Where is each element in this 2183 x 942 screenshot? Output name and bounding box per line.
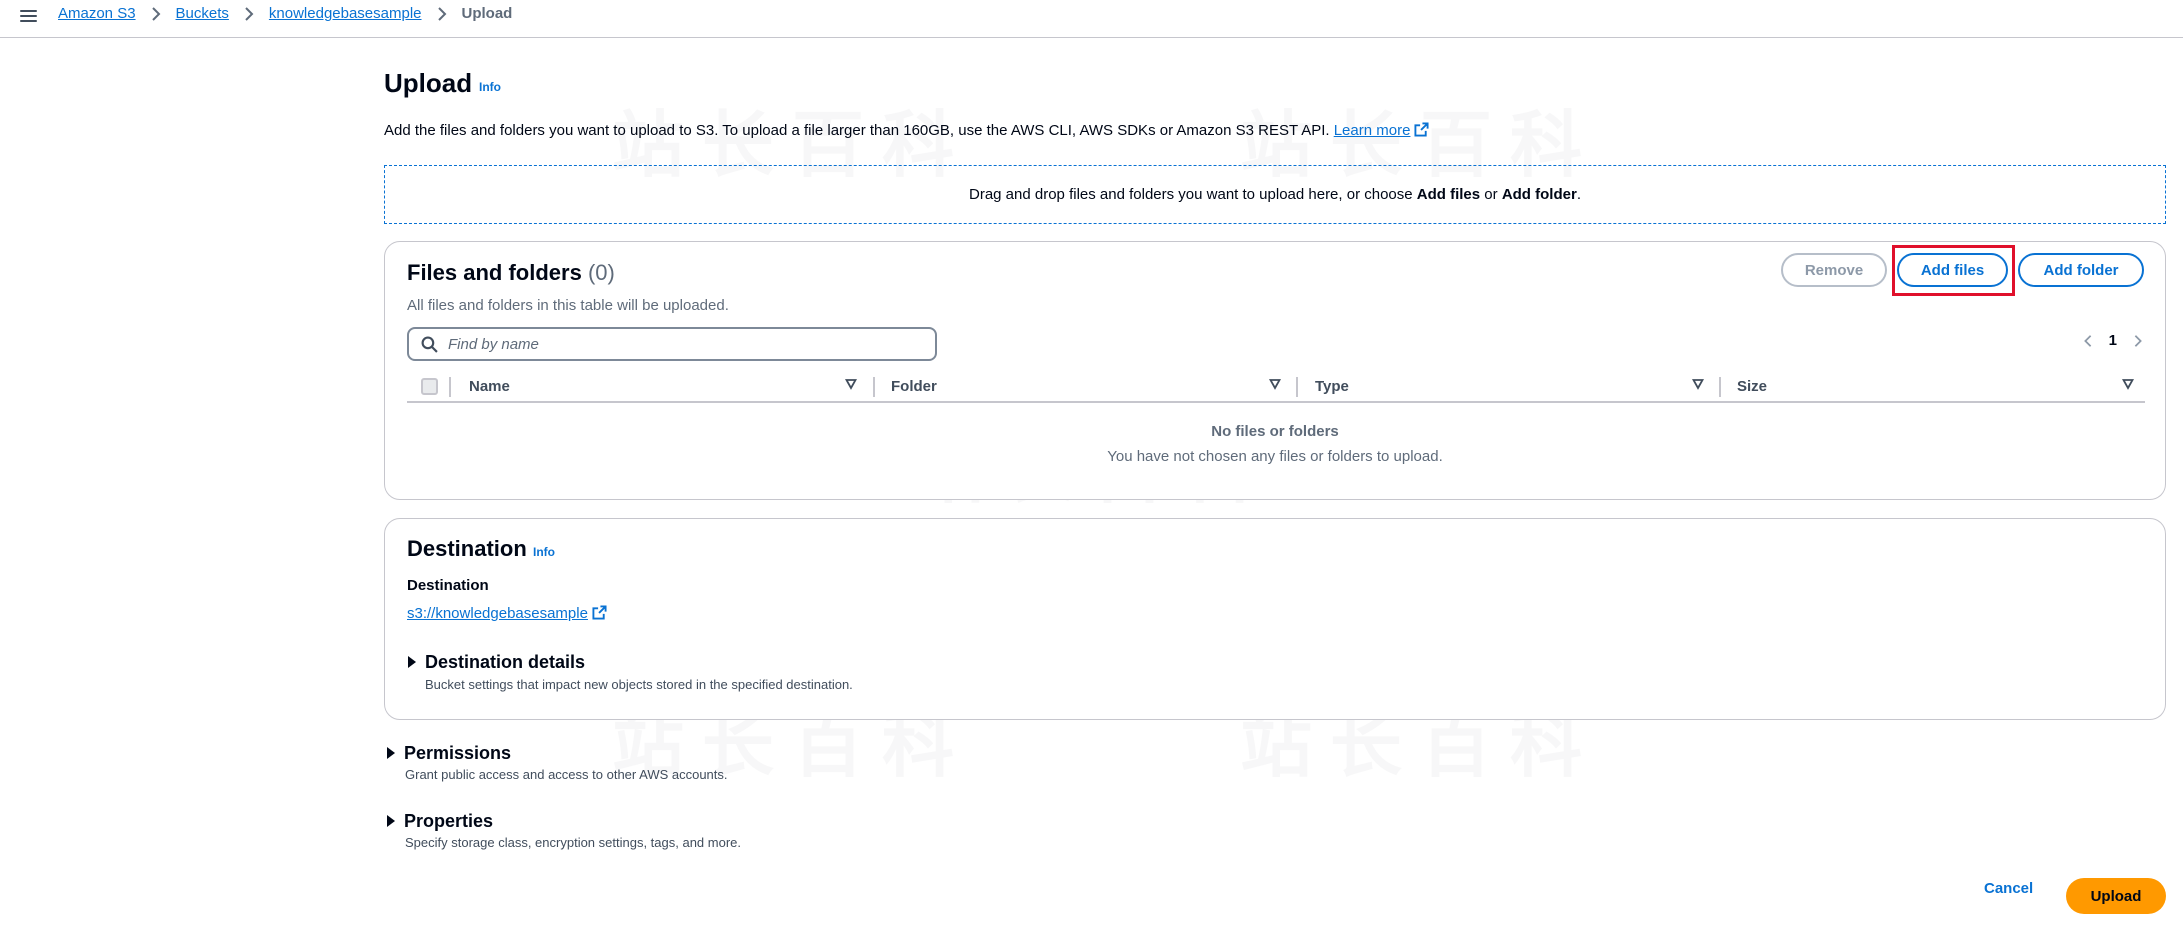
destination-info-link[interactable]: Info bbox=[533, 545, 555, 559]
highlight-box bbox=[1892, 245, 2015, 296]
sort-icon[interactable] bbox=[1692, 378, 1704, 390]
remove-button[interactable]: Remove bbox=[1781, 253, 1887, 287]
breadcrumb-current: Upload bbox=[461, 5, 513, 22]
page-title: Upload bbox=[384, 68, 473, 98]
search-icon bbox=[421, 336, 438, 353]
caret-right-icon bbox=[387, 815, 395, 827]
external-link-icon bbox=[1414, 122, 1429, 137]
destination-title: Destination bbox=[407, 536, 527, 561]
dropzone-end: . bbox=[1576, 186, 1581, 203]
cancel-button[interactable]: Cancel bbox=[1984, 880, 2033, 897]
pagination: 1 bbox=[2081, 332, 2145, 349]
add-folder-button[interactable]: Add folder bbox=[2018, 253, 2144, 287]
column-divider bbox=[1719, 377, 1721, 397]
destination-details-expander[interactable]: Destination details bbox=[407, 652, 585, 673]
files-subtitle: All files and folders in this table will… bbox=[407, 297, 729, 314]
destination-link[interactable]: s3://knowledgebasesample bbox=[407, 605, 607, 622]
column-divider bbox=[449, 377, 451, 397]
column-divider bbox=[1296, 377, 1298, 397]
column-header-name[interactable]: Name bbox=[469, 378, 510, 395]
learn-more-label: Learn more bbox=[1333, 122, 1411, 139]
chevron-right-icon bbox=[437, 6, 446, 21]
caret-right-icon bbox=[408, 656, 416, 668]
top-navigation-bar: Amazon S3 Buckets knowledgebasesample Up… bbox=[0, 0, 2183, 38]
chevron-right-icon bbox=[245, 6, 254, 21]
chevron-left-icon[interactable] bbox=[2081, 334, 2095, 348]
column-header-folder[interactable]: Folder bbox=[891, 378, 937, 395]
files-and-folders-panel: Files and folders (0) All files and fold… bbox=[384, 241, 2166, 500]
column-header-size[interactable]: Size bbox=[1737, 378, 1767, 395]
table-header: Name Folder Type Size bbox=[407, 370, 2145, 403]
breadcrumb-buckets[interactable]: Buckets bbox=[176, 5, 229, 22]
page-info-link[interactable]: Info bbox=[479, 80, 501, 94]
properties-expander[interactable]: Properties bbox=[386, 811, 493, 832]
search-input[interactable]: Find by name bbox=[407, 327, 937, 361]
permissions-title: Permissions bbox=[404, 743, 512, 763]
upload-button[interactable]: Upload bbox=[2066, 878, 2166, 914]
upload-dropzone[interactable]: Drag and drop files and folders you want… bbox=[384, 165, 2166, 224]
dropzone-add-files: Add files bbox=[1416, 186, 1481, 203]
breadcrumb-amazon-s3[interactable]: Amazon S3 bbox=[58, 5, 136, 22]
destination-link-text: s3://knowledgebasesample bbox=[407, 605, 588, 622]
learn-more-link[interactable]: Learn more bbox=[1334, 122, 1430, 139]
page-description: Add the files and folders you want to up… bbox=[384, 122, 1429, 139]
permissions-expander[interactable]: Permissions bbox=[386, 743, 511, 764]
properties-desc: Specify storage class, encryption settin… bbox=[405, 835, 742, 850]
page-description-text: Add the files and folders you want to up… bbox=[384, 122, 1330, 139]
external-link-icon bbox=[592, 605, 607, 620]
sort-icon[interactable] bbox=[1269, 378, 1281, 390]
page-number[interactable]: 1 bbox=[2109, 332, 2117, 349]
chevron-right-icon bbox=[151, 6, 160, 21]
dropzone-or: or bbox=[1480, 186, 1502, 203]
breadcrumb-bucket[interactable]: knowledgebasesample bbox=[269, 5, 422, 22]
files-count: (0) bbox=[587, 260, 615, 285]
select-all-checkbox[interactable] bbox=[421, 378, 438, 395]
destination-details-desc: Bucket settings that impact new objects … bbox=[425, 677, 853, 692]
files-panel-title: Files and folders (0) bbox=[407, 260, 615, 286]
column-divider bbox=[873, 377, 875, 397]
caret-right-icon bbox=[387, 747, 395, 759]
empty-state-title: No files or folders bbox=[1211, 423, 1339, 440]
sort-icon[interactable] bbox=[2122, 378, 2134, 390]
dropzone-add-folder: Add folder bbox=[1501, 186, 1577, 203]
destination-label: Destination bbox=[407, 577, 489, 594]
properties-title: Properties bbox=[404, 811, 494, 831]
empty-state-subtitle: You have not chosen any files or folders… bbox=[1107, 448, 1443, 465]
dropzone-text: Drag and drop files and folders you want… bbox=[969, 186, 1417, 203]
menu-icon[interactable] bbox=[20, 7, 38, 25]
destination-details-title: Destination details bbox=[425, 652, 586, 672]
chevron-right-icon[interactable] bbox=[2131, 334, 2145, 348]
search-placeholder: Find by name bbox=[448, 335, 539, 353]
column-header-type[interactable]: Type bbox=[1315, 378, 1349, 395]
permissions-desc: Grant public access and access to other … bbox=[405, 767, 728, 782]
files-title: Files and folders bbox=[407, 260, 582, 285]
breadcrumb: Amazon S3 Buckets knowledgebasesample Up… bbox=[58, 5, 512, 22]
sort-icon[interactable] bbox=[845, 378, 857, 390]
destination-panel: Destination Info Destination s3://knowle… bbox=[384, 518, 2166, 720]
